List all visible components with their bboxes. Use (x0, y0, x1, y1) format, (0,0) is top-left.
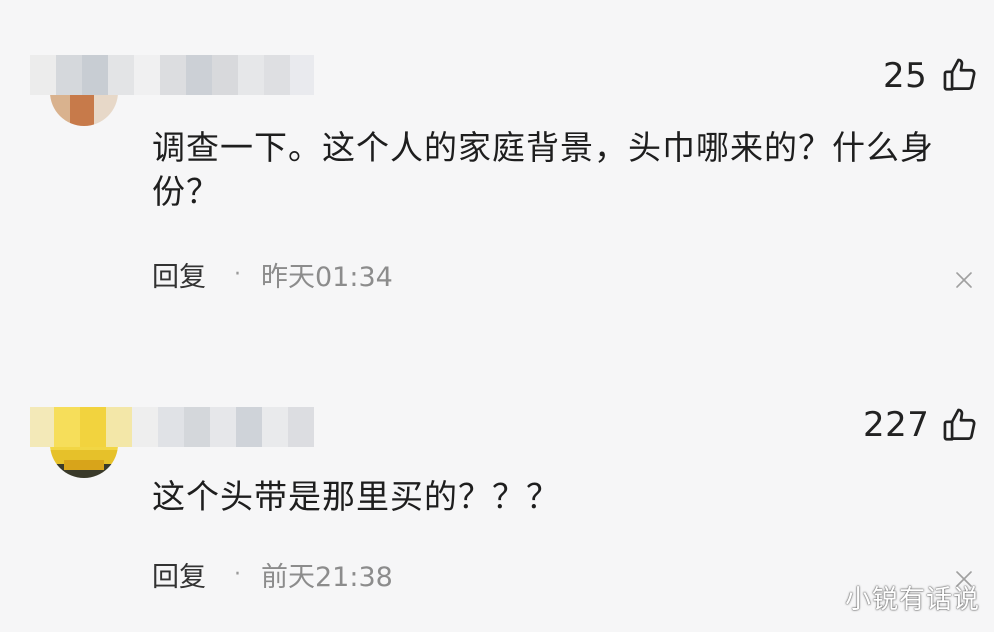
comment-text: 这个头带是那里买的？？？ (152, 477, 560, 516)
watermark: 小锐有话说 (844, 585, 980, 615)
username-blurred[interactable] (30, 55, 314, 95)
close-icon[interactable] (955, 271, 973, 289)
like-count: 227 (863, 405, 930, 445)
thumbs-up-icon[interactable] (941, 406, 979, 444)
like-count: 25 (883, 56, 928, 96)
reply-button[interactable]: 回复 (152, 255, 206, 294)
comment-footer: 回复 · 昨天01:34 (152, 255, 393, 294)
reply-button[interactable]: 回复 (152, 555, 206, 594)
timestamp: 前天21:38 (261, 561, 393, 593)
comment-footer: 回复 · 前天21:38 (152, 555, 393, 594)
comment-text: 调查一下。这个人的家庭背景，头巾哪来的？什么身份？ (152, 128, 934, 211)
separator-dot: · (234, 261, 241, 287)
comment-item: 25 调查一下。这个人的家庭背景，头巾哪来的？什么身份？ 回复 · 昨天01:3… (0, 0, 994, 330)
separator-dot: · (234, 561, 241, 587)
username-blurred[interactable] (30, 407, 314, 447)
timestamp: 昨天01:34 (261, 261, 393, 293)
thumbs-up-icon[interactable] (941, 56, 979, 94)
